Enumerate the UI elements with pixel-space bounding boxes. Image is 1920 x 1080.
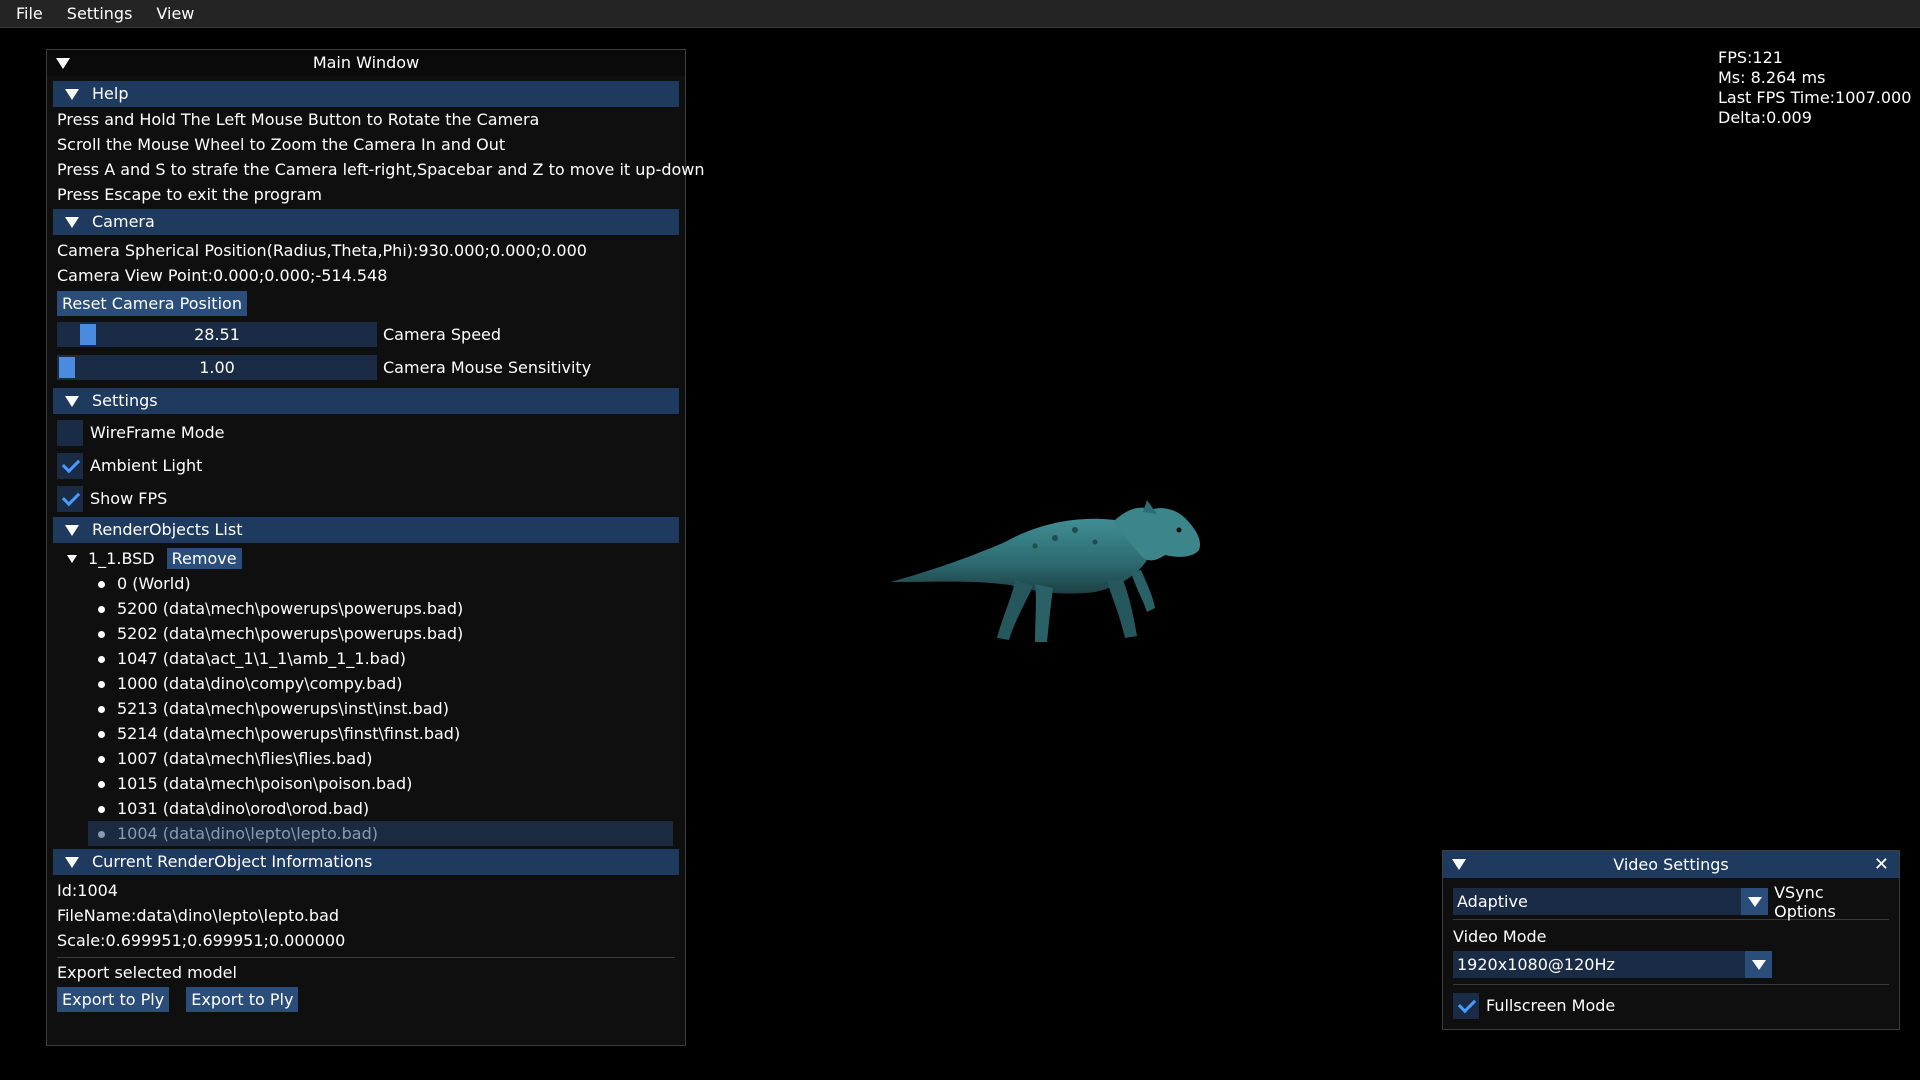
vsync-label: VSync Options: [1774, 882, 1836, 921]
fullscreen-checkbox[interactable]: [1453, 992, 1479, 1019]
main-window: Main Window Help Press and Hold The Left…: [46, 49, 705, 1046]
help-line: Press A and S to strafe the Camera left-…: [57, 160, 705, 179]
reset-camera-button[interactable]: Reset Camera Position: [57, 291, 247, 316]
list-item[interactable]: 5202 (data\mech\powerups\powerups.bad): [53, 621, 679, 646]
remove-button[interactable]: Remove: [166, 548, 242, 569]
video-mode-label: Video Mode: [1453, 927, 1547, 946]
list-item[interactable]: 1000 (data\dino\compy\compy.bad): [53, 671, 679, 696]
help-line: Press Escape to exit the program: [57, 185, 322, 204]
camera-spherical-text: Camera Spherical Position(Radius,Theta,P…: [57, 241, 587, 260]
tree-node-bsd[interactable]: 1_1.BSD Remove: [53, 546, 679, 571]
menu-view[interactable]: View: [144, 0, 206, 28]
list-item[interactable]: 1031 (data\dino\orod\orod.bad): [53, 796, 679, 821]
video-settings-title: Video Settings: [1613, 855, 1729, 874]
settings-header[interactable]: Settings: [53, 388, 679, 414]
list-item[interactable]: 1004 (data\dino\lepto\lepto.bad): [88, 821, 673, 846]
ms-text: Ms: 8.264 ms: [1718, 68, 1826, 87]
ambient-light-label: Ambient Light: [90, 456, 203, 475]
render-objects-header[interactable]: RenderObjects List: [53, 517, 679, 543]
list-item[interactable]: 0 (World): [53, 571, 679, 596]
delta-text: Delta:0.009: [1718, 108, 1812, 127]
camera-speed-value: 28.51: [194, 324, 240, 344]
show-fps-label: Show FPS: [90, 489, 168, 508]
show-fps-checkbox[interactable]: [57, 485, 83, 512]
main-window-titlebar[interactable]: Main Window: [47, 50, 685, 76]
current-info-header[interactable]: Current RenderObject Informations: [53, 849, 679, 875]
collapse-triangle-icon: [65, 396, 79, 407]
list-item[interactable]: 5213 (data\mech\powerups\inst\inst.bad): [53, 696, 679, 721]
video-settings-window: Video Settings ✕ Adaptive VSync Options …: [1442, 850, 1900, 1030]
tree-expand-icon[interactable]: [67, 555, 77, 563]
collapse-triangle-icon: [65, 217, 79, 228]
wireframe-label: WireFrame Mode: [90, 423, 225, 442]
export-label: Export selected model: [57, 963, 237, 982]
tree-node-label: 1_1.BSD: [88, 549, 155, 568]
object-id-text: Id:1004: [57, 881, 118, 900]
collapse-triangle-icon: [65, 525, 79, 536]
vsync-combo[interactable]: Adaptive: [1453, 888, 1742, 915]
camera-sensitivity-label: Camera Mouse Sensitivity: [383, 357, 592, 377]
camera-header[interactable]: Camera: [53, 209, 679, 235]
current-info-header-label: Current RenderObject Informations: [92, 852, 373, 871]
render-objects-header-label: RenderObjects List: [92, 520, 243, 539]
dinosaur-model: [890, 500, 1201, 642]
fps-text: FPS:121: [1718, 48, 1783, 67]
fullscreen-label: Fullscreen Mode: [1486, 996, 1616, 1015]
help-line: Scroll the Mouse Wheel to Zoom the Camer…: [57, 135, 506, 154]
help-header[interactable]: Help: [53, 81, 679, 107]
last-fps-time-text: Last FPS Time:1007.000: [1718, 88, 1912, 107]
main-window-title: Main Window: [312, 53, 420, 72]
separator: [57, 957, 675, 958]
object-filename-text: FileName:data\dino\lepto\lepto.bad: [57, 906, 340, 925]
main-window-content: Help Press and Hold The Left Mouse Butto…: [47, 81, 705, 1012]
export-ply-button-2[interactable]: Export to Ply: [186, 987, 299, 1012]
list-item[interactable]: 5200 (data\mech\powerups\powerups.bad): [53, 596, 679, 621]
list-item[interactable]: 1007 (data\mech\flies\flies.bad): [53, 746, 679, 771]
video-mode-combo[interactable]: 1920x1080@120Hz: [1453, 951, 1745, 978]
help-line: Press and Hold The Left Mouse Button to …: [57, 110, 540, 129]
list-item[interactable]: 5214 (data\mech\powerups\finst\finst.bad…: [53, 721, 679, 746]
slider-grab-handle[interactable]: [80, 323, 96, 345]
collapse-triangle-icon[interactable]: [56, 58, 70, 69]
slider-grab-handle[interactable]: [59, 356, 75, 378]
collapse-triangle-icon[interactable]: [1452, 859, 1466, 870]
settings-header-label: Settings: [92, 391, 158, 410]
camera-speed-label: Camera Speed: [383, 324, 502, 344]
menu-settings[interactable]: Settings: [55, 0, 145, 28]
camera-view-point-text: Camera View Point:0.000;0.000;-514.548: [57, 266, 388, 285]
camera-sensitivity-slider[interactable]: 1.00: [57, 354, 377, 380]
camera-header-label: Camera: [92, 212, 155, 231]
list-item[interactable]: 1047 (data\act_1\1_1\amb_1_1.bad): [53, 646, 679, 671]
wireframe-checkbox[interactable]: [57, 419, 83, 446]
export-ply-button[interactable]: Export to Ply: [57, 987, 170, 1012]
collapse-triangle-icon: [65, 89, 79, 100]
menu-bar: File Settings View: [0, 0, 1920, 28]
separator: [1453, 984, 1889, 985]
video-settings-titlebar[interactable]: Video Settings ✕: [1443, 851, 1899, 878]
render-object-list: 0 (World) 5200 (data\mech\powerups\poweru…: [53, 571, 679, 846]
camera-sensitivity-value: 1.00: [199, 357, 235, 377]
camera-speed-slider[interactable]: 28.51: [57, 321, 377, 347]
chevron-down-icon[interactable]: [1741, 888, 1769, 915]
object-scale-text: Scale:0.699951;0.699951;0.000000: [57, 931, 346, 950]
chevron-down-icon[interactable]: [1745, 951, 1772, 978]
list-item[interactable]: 1015 (data\mech\poison\poison.bad): [53, 771, 679, 796]
close-icon[interactable]: ✕: [1874, 851, 1889, 878]
help-header-label: Help: [92, 84, 129, 103]
menu-file[interactable]: File: [0, 0, 55, 28]
collapse-triangle-icon: [65, 857, 79, 868]
ambient-light-checkbox[interactable]: [57, 452, 83, 479]
fps-overlay: FPS:121 Ms: 8.264 ms Last FPS Time:1007.…: [1718, 48, 1911, 128]
